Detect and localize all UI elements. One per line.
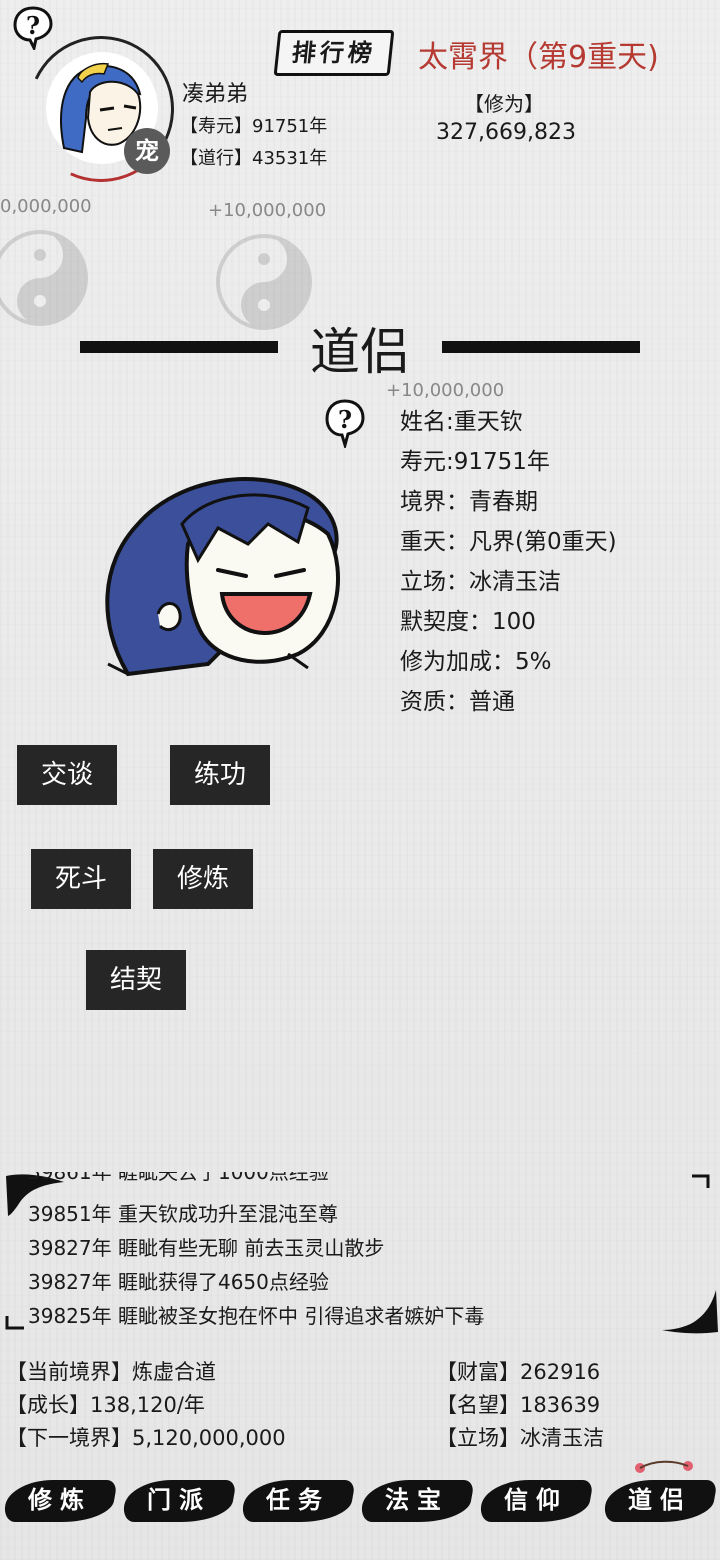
player-dao-value: 43531年 [252, 148, 328, 169]
nav-faith[interactable]: 信仰 [478, 1474, 594, 1526]
stat-wealth-value: 262916 [520, 1360, 601, 1384]
nav-faith-label: 信仰 [504, 1485, 568, 1514]
nav-quests-label: 任务 [266, 1485, 330, 1514]
taiji-icon [0, 228, 90, 332]
stat-next-realm-value: 5,120,000,000 [132, 1426, 286, 1450]
practice-button[interactable]: 练功 [170, 745, 270, 805]
stat-growth-label: 【成长】 [6, 1393, 90, 1417]
partner-name: 姓名:重天钦 [400, 409, 523, 435]
talk-button[interactable]: 交谈 [17, 745, 117, 805]
player-lifespan-value: 91751年 [252, 116, 328, 137]
stat-current-realm-value: 炼虚合道 [132, 1360, 216, 1384]
stat-stance: 【立场】冰清玉洁 [436, 1422, 604, 1452]
stat-growth: 【成长】138,120/年 [6, 1389, 205, 1419]
partner-lifespan: 寿元:91751年 [400, 449, 550, 475]
nav-cultivate[interactable]: 修炼 [2, 1474, 118, 1526]
stat-next-realm: 【下一境界】5,120,000,000 [6, 1422, 286, 1452]
player-dao-label: 【道行】 [180, 148, 252, 169]
stat-fame: 【名望】183639 [436, 1389, 600, 1419]
cultivation-label: 【修为】 [464, 92, 544, 116]
taiji-icon [214, 232, 314, 336]
player-lifespan: 【寿元】91751年 [180, 112, 327, 138]
stat-next-realm-label: 【下一境界】 [6, 1426, 132, 1450]
log-entry: 39827年 睚眦获得了4650点经验 [28, 1270, 329, 1294]
partner-affinity: 默契度：100 [400, 609, 536, 635]
svg-text:?: ? [26, 11, 40, 40]
nav-cultivate-label: 修炼 [28, 1485, 92, 1514]
stat-growth-value: 138,120/年 [90, 1393, 205, 1417]
stat-stance-label: 【立场】 [436, 1426, 520, 1450]
partner-help-icon[interactable]: ? [322, 398, 368, 448]
log-entry: 39825年 睚眦被圣女抱在怀中 引得追求者嫉妒下毒 [28, 1304, 485, 1328]
cultivate-button[interactable]: 修炼 [153, 849, 253, 909]
stat-current-realm-label: 【当前境界】 [6, 1360, 132, 1384]
event-log[interactable]: 39861年 睚眦失去了1000点经验 39851年 重天钦成功升至混沌至尊 3… [0, 1172, 720, 1332]
bond-button[interactable]: 结契 [86, 950, 186, 1010]
realm-title: 太霄界（第9重天) [418, 40, 659, 75]
help-icon[interactable]: ? [10, 4, 56, 50]
title-divider-right [442, 341, 640, 353]
section-title: 道侣 [310, 323, 410, 381]
leaderboard-button[interactable]: 排行榜 [273, 30, 395, 76]
stat-current-realm: 【当前境界】炼虚合道 [6, 1356, 216, 1386]
nav-sect[interactable]: 门派 [121, 1474, 237, 1526]
stat-wealth-label: 【财富】 [436, 1360, 520, 1384]
floating-gain: 0,000,000 [0, 196, 92, 217]
partner-realm: 境界：青春期 [400, 489, 538, 515]
stat-fame-label: 【名望】 [436, 1393, 520, 1417]
player-name: 凑弟弟 [182, 82, 249, 107]
stat-fame-value: 183639 [520, 1393, 601, 1417]
log-entry: 39851年 重天钦成功升至混沌至尊 [28, 1202, 338, 1226]
cultivation-value: 327,669,823 [436, 120, 576, 145]
partner-heaven: 重天：凡界(第0重天) [400, 529, 617, 555]
log-entry: 39861年 睚眦失去了1000点经验 [28, 1172, 329, 1184]
pet-badge[interactable]: 宠 [124, 128, 170, 174]
svg-text:?: ? [338, 405, 352, 434]
partner-aptitude: 资质：普通 [400, 689, 515, 715]
nav-partner[interactable]: 道侣 [602, 1474, 718, 1526]
partner-stance: 立场：冰清玉洁 [400, 569, 561, 595]
nav-quests[interactable]: 任务 [240, 1474, 356, 1526]
log-entry: 39827年 睚眦有些无聊 前去玉灵山散步 [28, 1236, 385, 1260]
player-dao: 【道行】43531年 [180, 144, 327, 170]
nav-partner-label: 道侣 [628, 1485, 692, 1514]
floating-gain: +10,000,000 [208, 200, 327, 221]
stat-wealth: 【财富】262916 [436, 1356, 600, 1386]
player-lifespan-label: 【寿元】 [180, 116, 252, 137]
nav-treasure[interactable]: 法宝 [359, 1474, 475, 1526]
partner-bonus: 修为加成：5% [400, 649, 552, 675]
stat-stance-value: 冰清玉洁 [520, 1426, 604, 1450]
partner-portrait[interactable] [98, 464, 348, 698]
nav-sect-label: 门派 [147, 1485, 211, 1514]
nav-treasure-label: 法宝 [385, 1485, 449, 1514]
title-divider-left [80, 341, 278, 353]
duel-button[interactable]: 死斗 [31, 849, 131, 909]
